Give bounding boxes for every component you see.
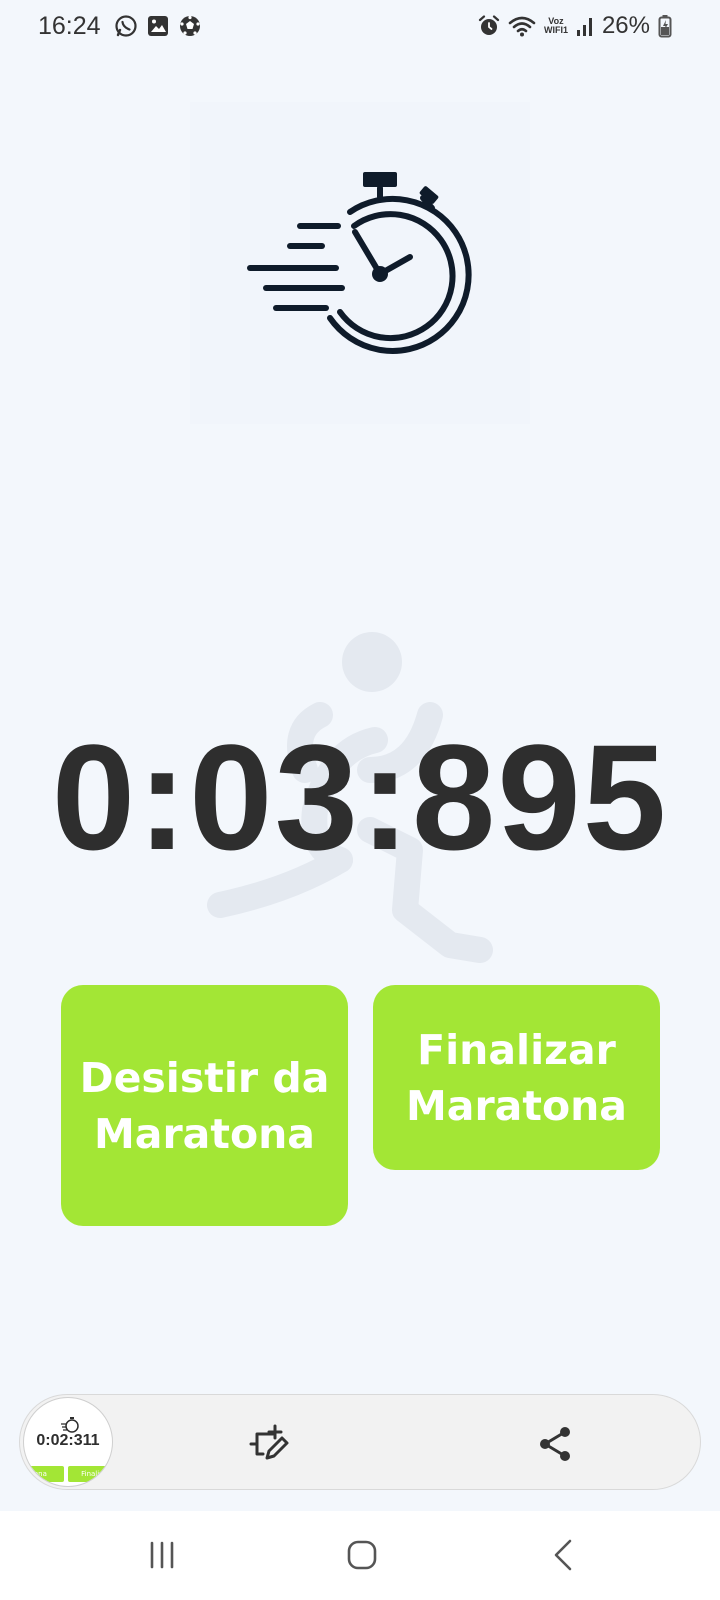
wifi-icon	[508, 14, 536, 38]
finish-button-label: Finalizar Maratona	[406, 1025, 627, 1130]
status-time: 16:24	[38, 12, 101, 40]
stopwatch-illustration	[190, 102, 530, 424]
finish-marathon-button[interactable]: Finalizar Maratona	[373, 985, 660, 1170]
screenshot-toolbar: 0:02:311 tona Finaliz	[19, 1394, 701, 1490]
give-up-button-label: Desistir da Maratona	[79, 1053, 330, 1158]
status-bar: 16:24 Voz WIFI1 26%	[0, 0, 720, 54]
thumbnail-give-up-button: tona	[24, 1466, 64, 1482]
stopwatch-icon	[247, 172, 472, 354]
soccer-ball-icon	[178, 14, 202, 38]
whatsapp-icon	[114, 14, 138, 38]
screenshot-thumbnail[interactable]: 0:02:311 tona Finaliz	[23, 1397, 113, 1487]
status-left-icons	[114, 14, 202, 38]
thumbnail-finish-button: Finaliz	[68, 1466, 112, 1482]
battery-icon	[658, 14, 672, 38]
thumbnail-timer: 0:02:311	[36, 1432, 100, 1449]
home-icon[interactable]	[340, 1533, 384, 1577]
share-icon[interactable]	[533, 1422, 577, 1466]
voz-wifi-icon: Voz WIFI1	[544, 17, 568, 35]
navigation-bar	[0, 1511, 720, 1600]
elapsed-timer: 0:03:895	[51, 713, 669, 881]
crop-edit-icon[interactable]	[247, 1422, 291, 1466]
signal-icon	[576, 15, 594, 37]
recent-apps-icon[interactable]	[140, 1533, 184, 1577]
give-up-marathon-button[interactable]: Desistir da Maratona	[61, 985, 348, 1226]
battery-percent: 26%	[601, 12, 650, 39]
status-right-icons: Voz WIFI1 26%	[478, 11, 672, 41]
wifi-call-label: WIFI1	[543, 25, 568, 35]
alarm-icon	[478, 15, 500, 37]
gallery-icon	[146, 14, 170, 38]
back-icon[interactable]	[542, 1533, 586, 1577]
